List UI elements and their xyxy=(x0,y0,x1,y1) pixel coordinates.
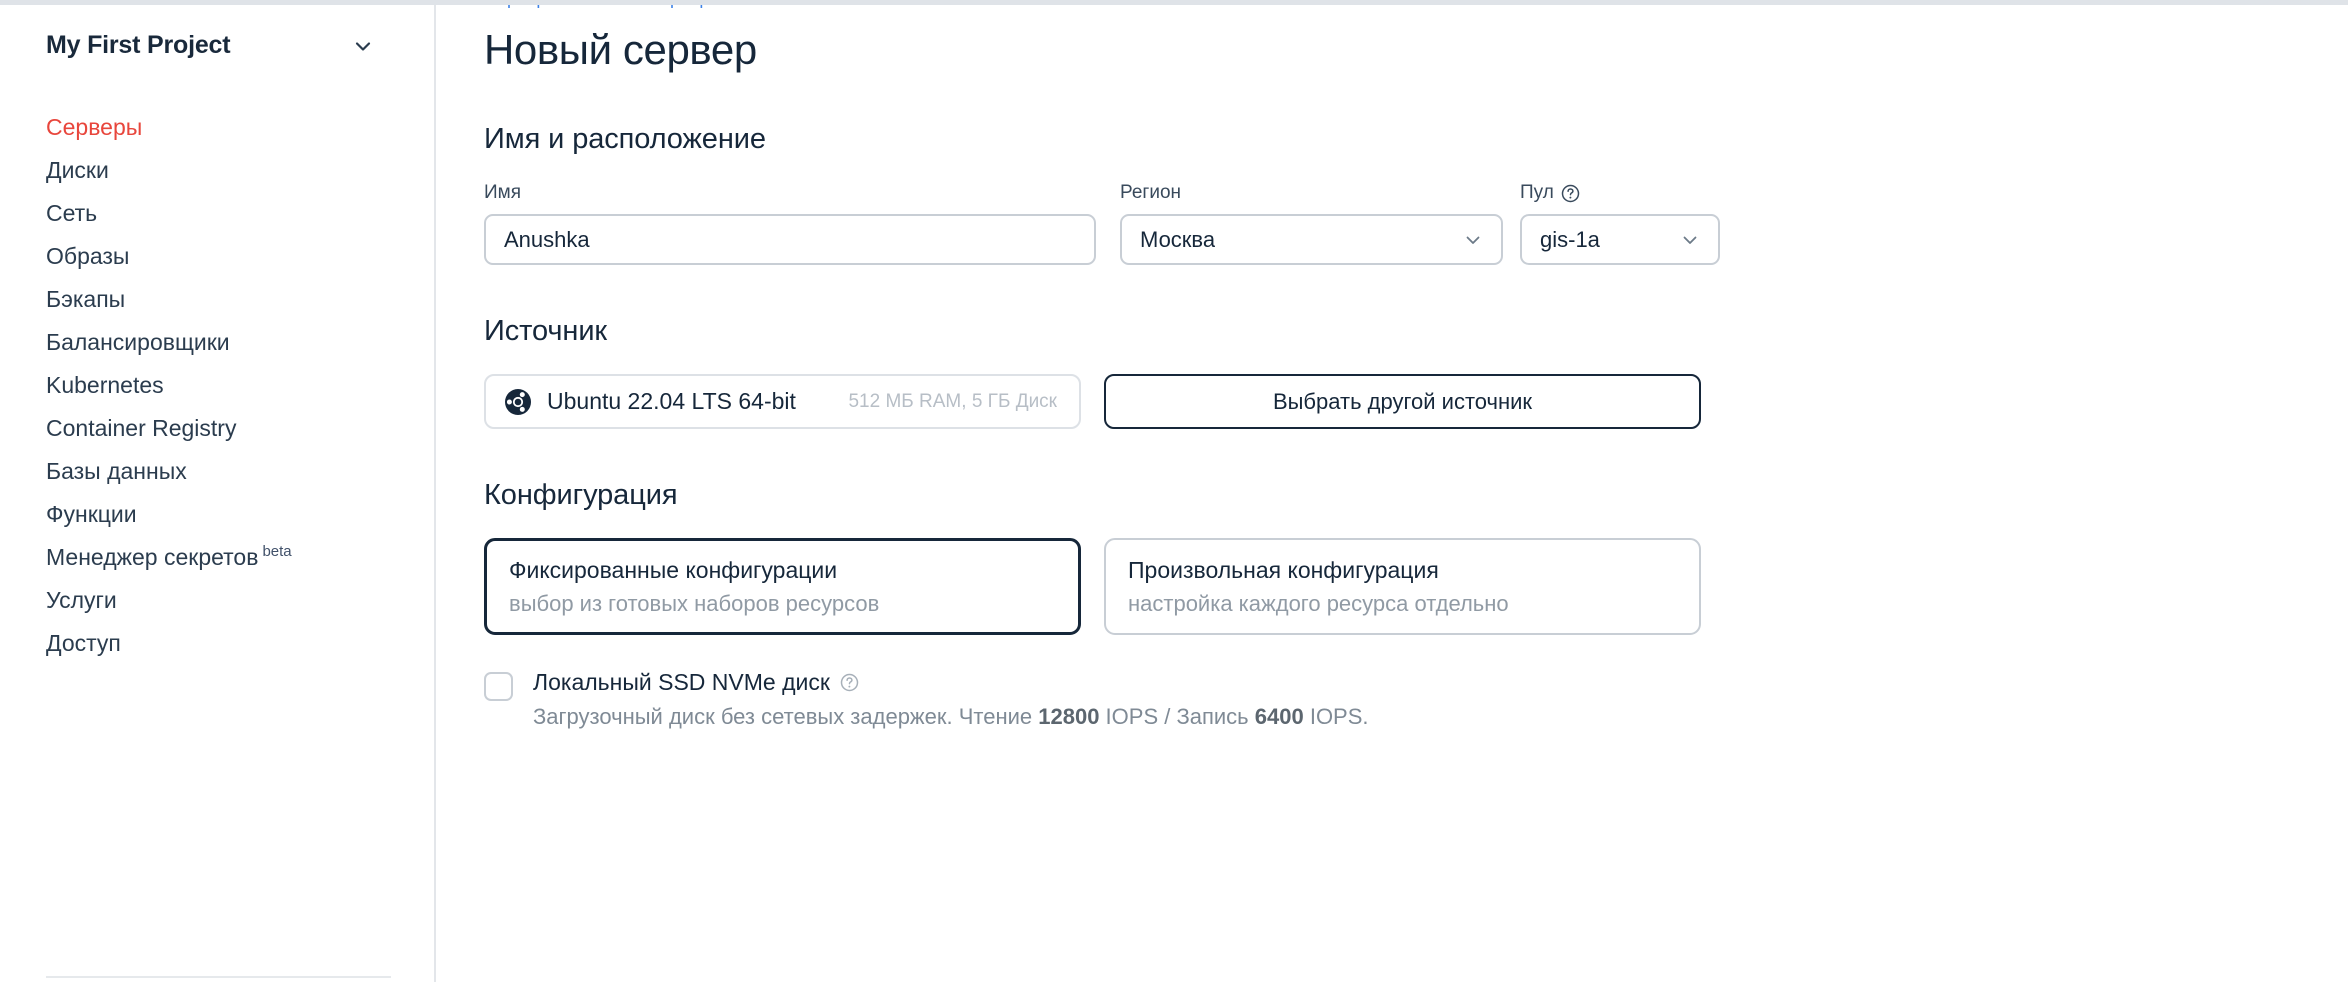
sidebar-item-backups[interactable]: Бэкапы xyxy=(0,278,434,321)
local-ssd-label[interactable]: Локальный SSD NVMe диск xyxy=(533,669,1369,696)
pool-select[interactable]: gis-1a xyxy=(1520,214,1720,265)
app-root: My First Project Серверы Диски Сеть Обра… xyxy=(0,5,2348,982)
sidebar-item-label: Менеджер секретов xyxy=(46,544,258,570)
chevron-down-icon xyxy=(1463,230,1483,250)
source-row: Ubuntu 22.04 LTS 64-bit 512 МБ RAM, 5 ГБ… xyxy=(484,374,2320,429)
question-circle-icon[interactable] xyxy=(840,673,859,692)
ubuntu-logo-icon xyxy=(505,389,531,415)
sidebar-item-disks[interactable]: Диски xyxy=(0,149,434,192)
name-location-field-row: Имя Регион Москва Пул xyxy=(484,182,2320,265)
sidebar-item-images[interactable]: Образы xyxy=(0,235,434,278)
pool-select-value: gis-1a xyxy=(1540,227,1600,253)
selected-source-card[interactable]: Ubuntu 22.04 LTS 64-bit 512 МБ RAM, 5 ГБ… xyxy=(484,374,1081,429)
config-option-subtitle: настройка каждого ресурса отдельно xyxy=(1128,591,1699,617)
section-title-configuration: Конфигурация xyxy=(484,479,2320,512)
breadcrumb[interactable]: Серверы / Новый сервер xyxy=(484,5,709,9)
project-name: My First Project xyxy=(46,31,230,60)
local-ssd-desc-middle: IOPS / Запись xyxy=(1099,704,1254,729)
config-option-title: Произвольная конфигурация xyxy=(1128,557,1699,584)
chevron-down-icon xyxy=(352,35,374,57)
section-title-source: Источник xyxy=(484,315,2320,348)
source-specs: 512 МБ RAM, 5 ГБ Диск xyxy=(848,391,1057,413)
region-select-value: Москва xyxy=(1140,227,1215,253)
local-ssd-label-text: Локальный SSD NVMe диск xyxy=(533,669,830,696)
local-ssd-description: Загрузочный диск без сетевых задержек. Ч… xyxy=(533,704,1369,730)
section-title-name-location: Имя и расположение xyxy=(484,123,2320,156)
configuration-options-row: Фиксированные конфигурации выбор из гото… xyxy=(484,538,2320,635)
chevron-down-icon xyxy=(1680,230,1700,250)
sidebar-item-container-registry[interactable]: Container Registry xyxy=(0,407,434,450)
region-field-label: Регион xyxy=(1120,182,1503,204)
pool-field-label-text: Пул xyxy=(1520,182,1554,204)
project-switcher[interactable]: My First Project xyxy=(46,31,374,60)
config-option-title: Фиксированные конфигурации xyxy=(509,557,1078,584)
pool-field-label: Пул xyxy=(1520,182,1720,204)
local-ssd-desc-suffix: IOPS. xyxy=(1304,704,1369,729)
local-ssd-block: Локальный SSD NVMe диск Загрузочный диск… xyxy=(484,669,2320,730)
source-name: Ubuntu 22.04 LTS 64-bit xyxy=(547,388,796,415)
sidebar-nav: Серверы Диски Сеть Образы Бэкапы Баланси… xyxy=(0,106,434,665)
sidebar-item-databases[interactable]: Базы данных xyxy=(0,450,434,493)
name-field-label: Имя xyxy=(484,182,1096,204)
sidebar-item-balancers[interactable]: Балансировщики xyxy=(0,321,434,364)
config-option-fixed[interactable]: Фиксированные конфигурации выбор из гото… xyxy=(484,538,1081,635)
choose-other-source-button[interactable]: Выбрать другой источник xyxy=(1104,374,1701,429)
sidebar-item-kubernetes[interactable]: Kubernetes xyxy=(0,364,434,407)
local-ssd-read-iops: 12800 xyxy=(1038,704,1099,729)
server-name-input[interactable] xyxy=(484,214,1096,265)
sidebar-item-services[interactable]: Услуги xyxy=(0,579,434,622)
pool-field-group: Пул gis-1a xyxy=(1520,182,1720,265)
sidebar-item-secrets-manager[interactable]: Менеджер секретовbeta xyxy=(0,536,434,579)
breadcrumb-current: Новый сервер xyxy=(590,5,709,8)
sidebar-item-functions[interactable]: Функции xyxy=(0,493,434,536)
name-field-group: Имя xyxy=(484,182,1096,265)
region-field-group: Регион Москва xyxy=(1120,182,1503,265)
page-title: Новый сервер xyxy=(484,27,2320,73)
config-option-custom[interactable]: Произвольная конфигурация настройка кажд… xyxy=(1104,538,1701,635)
local-ssd-checkbox[interactable] xyxy=(484,672,513,701)
sidebar-item-network[interactable]: Сеть xyxy=(0,192,434,235)
sidebar-divider xyxy=(46,976,391,978)
local-ssd-desc-prefix: Загрузочный диск без сетевых задержек. Ч… xyxy=(533,704,1038,729)
local-ssd-write-iops: 6400 xyxy=(1255,704,1304,729)
question-circle-icon[interactable] xyxy=(1561,184,1580,203)
breadcrumb-separator: / xyxy=(572,5,577,8)
sidebar: My First Project Серверы Диски Сеть Обра… xyxy=(0,5,436,982)
config-option-subtitle: выбор из готовых наборов ресурсов xyxy=(509,591,1078,617)
region-select[interactable]: Москва xyxy=(1120,214,1503,265)
beta-badge: beta xyxy=(262,543,291,560)
breadcrumb-parent[interactable]: Серверы xyxy=(484,5,559,8)
sidebar-item-servers[interactable]: Серверы xyxy=(0,106,434,149)
local-ssd-texts: Локальный SSD NVMe диск Загрузочный диск… xyxy=(533,669,1369,730)
main-content: Серверы / Новый сервер Новый сервер Имя … xyxy=(436,5,2348,982)
sidebar-item-access[interactable]: Доступ xyxy=(0,622,434,665)
